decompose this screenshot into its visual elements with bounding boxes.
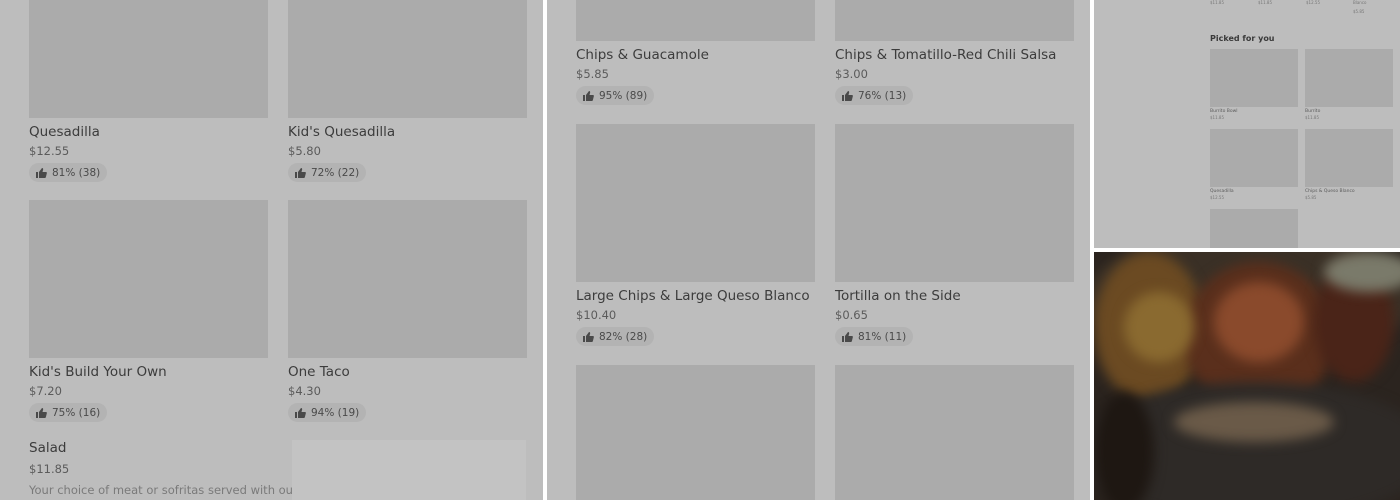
rating-text: 81% (11)	[858, 330, 907, 343]
mini-price: $5.85	[1353, 9, 1365, 14]
rating-badge: 82% (28)	[576, 327, 655, 346]
rating-text: 82% (28)	[599, 330, 648, 343]
menu-item-price: $5.80	[288, 144, 321, 158]
menu-item-image	[835, 0, 1074, 41]
menu-panel-left: Quesadilla $12.55 81% (38) Kid's Quesadi…	[0, 0, 543, 500]
thumbs-up-icon	[36, 407, 47, 418]
menu-item-image	[576, 365, 815, 500]
rating-badge: 75% (16)	[29, 403, 108, 422]
menu-item-image	[576, 0, 815, 41]
rating-badge: 95% (89)	[576, 86, 655, 105]
menu-item-price: $0.65	[835, 308, 868, 322]
menu-item-name: Large Chips & Large Queso Blanco	[576, 288, 810, 304]
menu-item-price: $11.85	[29, 462, 70, 476]
menu-item-image	[288, 200, 527, 358]
menu-item-image	[1210, 209, 1298, 248]
rating-badge: 81% (11)	[835, 327, 914, 346]
mobile-preview-panel: $11.85 $11.85 $12.55 Blanco $5.85 Picked…	[1094, 0, 1400, 248]
mini-price: $11.85	[1210, 0, 1224, 5]
menu-item-card[interactable]: One Taco $4.30 94% (19)	[288, 200, 527, 422]
menu-item-price: $5.85	[576, 67, 609, 81]
menu-item-card[interactable]: Tortilla on the Side $0.65 81% (11)	[835, 124, 1074, 346]
menu-item-image	[1210, 129, 1298, 187]
thumbs-up-icon	[295, 407, 306, 418]
rating-text: 81% (38)	[52, 166, 101, 179]
menu-item-image	[835, 124, 1074, 282]
menu-item-card[interactable]: Chips & Guacamole $5.85 95% (89)	[576, 0, 815, 105]
menu-item-price: $12.55	[29, 144, 70, 158]
mini-item-name: Blanco	[1353, 0, 1367, 5]
menu-item-image	[288, 0, 527, 118]
rating-text: 95% (89)	[599, 89, 648, 102]
thumbs-up-icon	[36, 167, 47, 178]
menu-item-name: Tortilla on the Side	[835, 288, 961, 304]
menu-panel-middle: Chips & Guacamole $5.85 95% (89) Chips &…	[547, 0, 1090, 500]
menu-item-price: $10.40	[576, 308, 617, 322]
menu-item-card[interactable]: Kid's Build Your Own $7.20 75% (16)	[29, 200, 268, 422]
menu-item-image	[29, 200, 268, 358]
thumbs-up-icon	[295, 167, 306, 178]
menu-item-price: $3.00	[835, 67, 868, 81]
menu-item-image[interactable]	[292, 440, 526, 500]
menu-item-name: Chips & Tomatillo-Red Chili Salsa	[835, 47, 1057, 63]
mini-item-card[interactable]: Burrito $11.85	[1305, 49, 1393, 121]
mini-item-card[interactable]: Burrito Bowl $11.85	[1210, 49, 1298, 121]
rating-badge: 94% (19)	[288, 403, 367, 422]
rating-text: 75% (16)	[52, 406, 101, 419]
menu-item-name: One Taco	[288, 364, 350, 380]
menu-item-name: Chips & Guacamole	[576, 47, 709, 63]
thumbs-up-icon	[842, 331, 853, 342]
rating-text: 76% (13)	[858, 89, 907, 102]
menu-item-image	[576, 124, 815, 282]
menu-item-name: Kid's Quesadilla	[288, 124, 396, 140]
menu-item-card[interactable]: Chips & Tomatillo-Red Chili Salsa $3.00 …	[835, 0, 1074, 105]
thumbs-up-icon	[842, 90, 853, 101]
rating-badge: 76% (13)	[835, 86, 914, 105]
menu-item-name[interactable]: Salad	[29, 440, 66, 456]
rating-badge: 81% (38)	[29, 163, 108, 182]
menu-item-card[interactable]: Kid's Quesadilla $5.80 72% (22)	[288, 0, 527, 182]
food-photo	[1094, 252, 1400, 500]
menu-item-image	[29, 0, 268, 118]
mini-price: $11.85	[1305, 115, 1319, 120]
menu-item-description: Your choice of meat or sofritas served w…	[29, 483, 298, 497]
section-title: Picked for you	[1210, 34, 1275, 43]
mini-price: $11.85	[1210, 115, 1224, 120]
menu-item-image	[1305, 49, 1393, 107]
menu-item-name: Kid's Build Your Own	[29, 364, 167, 380]
menu-item-card[interactable]: Large Chips & Large Queso Blanco $10.40 …	[576, 124, 815, 346]
menu-item-card[interactable]	[576, 365, 815, 500]
thumbs-up-icon	[583, 331, 594, 342]
thumbs-up-icon	[583, 90, 594, 101]
rating-text: 72% (22)	[311, 166, 360, 179]
mini-price: $5.85	[1305, 195, 1317, 200]
mini-price: $12.55	[1210, 195, 1224, 200]
mini-price: $12.55	[1306, 0, 1320, 5]
menu-item-image	[835, 365, 1074, 500]
rating-badge: 72% (22)	[288, 163, 367, 182]
menu-item-card[interactable]	[835, 365, 1074, 500]
menu-item-image	[1210, 49, 1298, 107]
mini-item-card[interactable]	[1210, 209, 1298, 248]
mini-item-card[interactable]: Quesadilla $12.55	[1210, 129, 1298, 201]
menu-item-price: $7.20	[29, 384, 62, 398]
menu-item-image	[1305, 129, 1393, 187]
menu-item-name: Quesadilla	[29, 124, 100, 140]
menu-item-price: $4.30	[288, 384, 321, 398]
mini-item-card[interactable]: Chips & Queso Blanco $5.85	[1305, 129, 1393, 201]
rating-text: 94% (19)	[311, 406, 360, 419]
menu-item-card[interactable]: Quesadilla $12.55 81% (38)	[29, 0, 268, 182]
mini-price: $11.85	[1258, 0, 1272, 5]
